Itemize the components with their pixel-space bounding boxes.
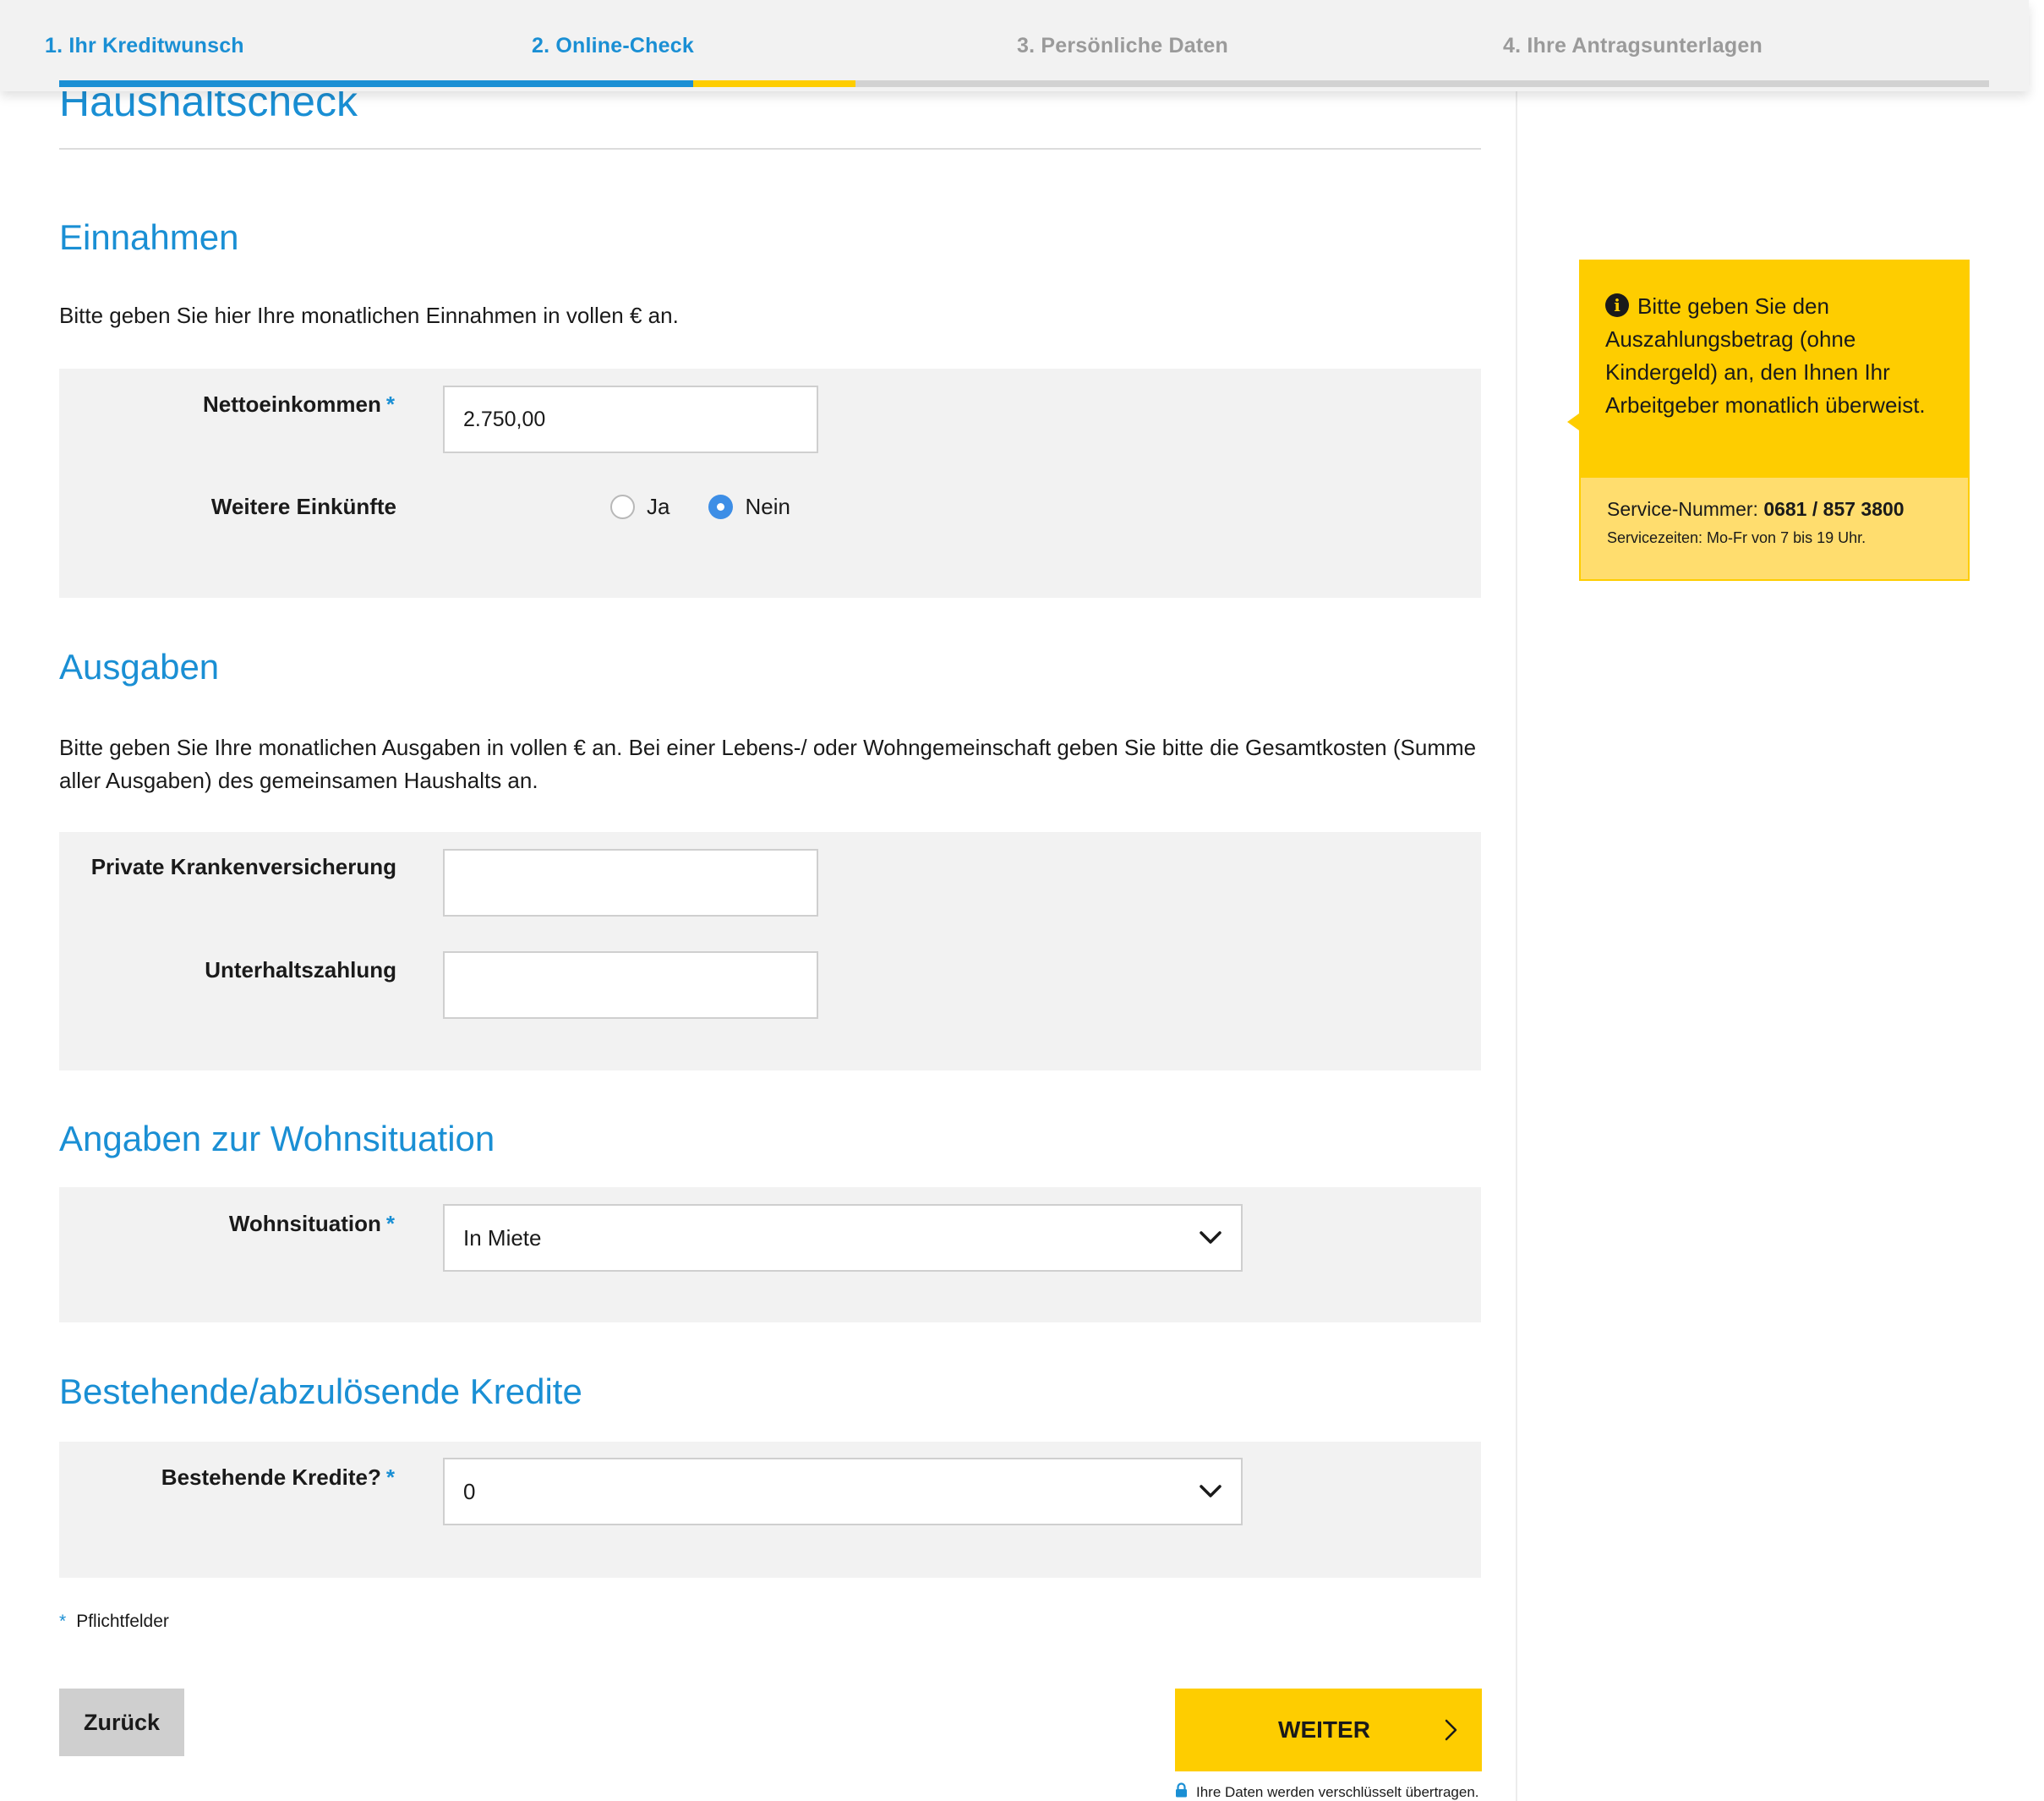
section-title-ausgaben: Ausgaben: [59, 647, 220, 687]
info-message: Bitte geben Sie den Auszahlungsbetrag (o…: [1567, 260, 1970, 478]
section-title-kredite: Bestehende/abzulösende Kredite: [59, 1371, 582, 1411]
service-number-line: Service-Nummer: 0681 / 857 3800: [1607, 498, 1905, 520]
einnahmen-panel: Nettoeinkommen* Weitere Einkünfte Ja Nei…: [59, 369, 1481, 598]
service-info: Service-Nummer: 0681 / 857 3800 Servicez…: [1579, 478, 1970, 581]
secure-note: Ihre Daten werden verschlüsselt übertrag…: [1175, 1782, 1479, 1801]
wohnsituation-select[interactable]: In Miete: [443, 1204, 1243, 1272]
kredite-label: Bestehende Kredite? *: [161, 1464, 395, 1490]
radio-ja[interactable]: Ja: [610, 494, 669, 520]
radio-nein[interactable]: Nein: [708, 494, 790, 520]
back-button[interactable]: Zurück: [59, 1689, 184, 1756]
kredite-panel: Bestehende Kredite? * 0: [59, 1442, 1481, 1578]
ausgaben-description: Bitte geben Sie Ihre monatlichen Ausgabe…: [59, 735, 1477, 793]
step-kreditwunsch[interactable]: 1. Ihr Kreditwunsch: [45, 34, 244, 58]
radio-nein-label: Nein: [745, 494, 790, 519]
wohnsituation-label: Wohnsituation *: [228, 1211, 395, 1236]
section-title-wohnsituation: Angaben zur Wohnsituation: [59, 1119, 495, 1158]
info-text: Bitte geben Sie den Auszahlungsbetrag (o…: [1605, 293, 1926, 418]
chevron-down-icon: [1199, 1226, 1222, 1250]
ausgaben-panel: Private Krankenversicherung Unterhaltsza…: [59, 832, 1481, 1070]
secure-note-text: Ihre Daten werden verschlüsselt übertrag…: [1196, 1783, 1479, 1800]
info-box: Bitte geben Sie den Auszahlungsbetrag (o…: [1567, 260, 1970, 581]
step-persoenliche-daten: 3. Persönliche Daten: [1017, 34, 1228, 57]
pkv-input[interactable]: [443, 849, 818, 917]
chevron-down-icon: [1199, 1480, 1222, 1503]
required-note: * Pflichtfelder: [59, 1612, 169, 1631]
progress-current: [693, 80, 855, 87]
sidebar-divider: [1516, 91, 1517, 1801]
step-antragsunterlagen: 4. Ihre Antragsunterlagen: [1503, 34, 1763, 57]
kredite-value: 0: [463, 1478, 476, 1504]
unterhalt-label: Unterhaltszahlung: [205, 957, 396, 983]
service-hours: Servicezeiten: Mo-Fr von 7 bis 19 Uhr.: [1607, 529, 1866, 546]
radio-ja-label: Ja: [647, 494, 670, 519]
pkv-label: Private Krankenversicherung: [90, 854, 396, 879]
chevron-right-icon: [1445, 1719, 1458, 1747]
weitere-radio-group: Ja Nein: [610, 494, 829, 520]
next-button-label: WEITER: [1278, 1716, 1370, 1743]
einnahmen-description: Bitte geben Sie hier Ihre monatlichen Ei…: [59, 303, 679, 328]
netto-input[interactable]: [443, 386, 818, 453]
title-divider: [59, 148, 1481, 150]
wohnsituation-panel: Wohnsituation * In Miete: [59, 1187, 1481, 1322]
radio-ja-circle[interactable]: [610, 495, 635, 519]
next-button[interactable]: WEITER: [1175, 1689, 1482, 1771]
lock-icon: [1175, 1782, 1188, 1801]
info-pointer: [1567, 413, 1579, 430]
progress-complete: [59, 80, 693, 87]
wohnsituation-value: In Miete: [463, 1224, 542, 1251]
kredite-select[interactable]: 0: [443, 1458, 1243, 1525]
service-number[interactable]: 0681 / 857 3800: [1763, 498, 1904, 520]
section-title-einnahmen: Einnahmen: [59, 217, 239, 257]
unterhalt-input[interactable]: [443, 951, 818, 1019]
radio-nein-circle[interactable]: [708, 495, 734, 519]
step-online-check[interactable]: 2. Online-Check: [532, 34, 694, 58]
netto-label: Nettoeinkommen *: [202, 391, 395, 417]
weitere-label: Weitere Einkünfte: [210, 494, 396, 519]
progress-stepper: 1. Ihr Kreditwunsch 2. Online-Check 3. P…: [0, 0, 2029, 91]
info-circle-icon: [1605, 293, 1629, 317]
